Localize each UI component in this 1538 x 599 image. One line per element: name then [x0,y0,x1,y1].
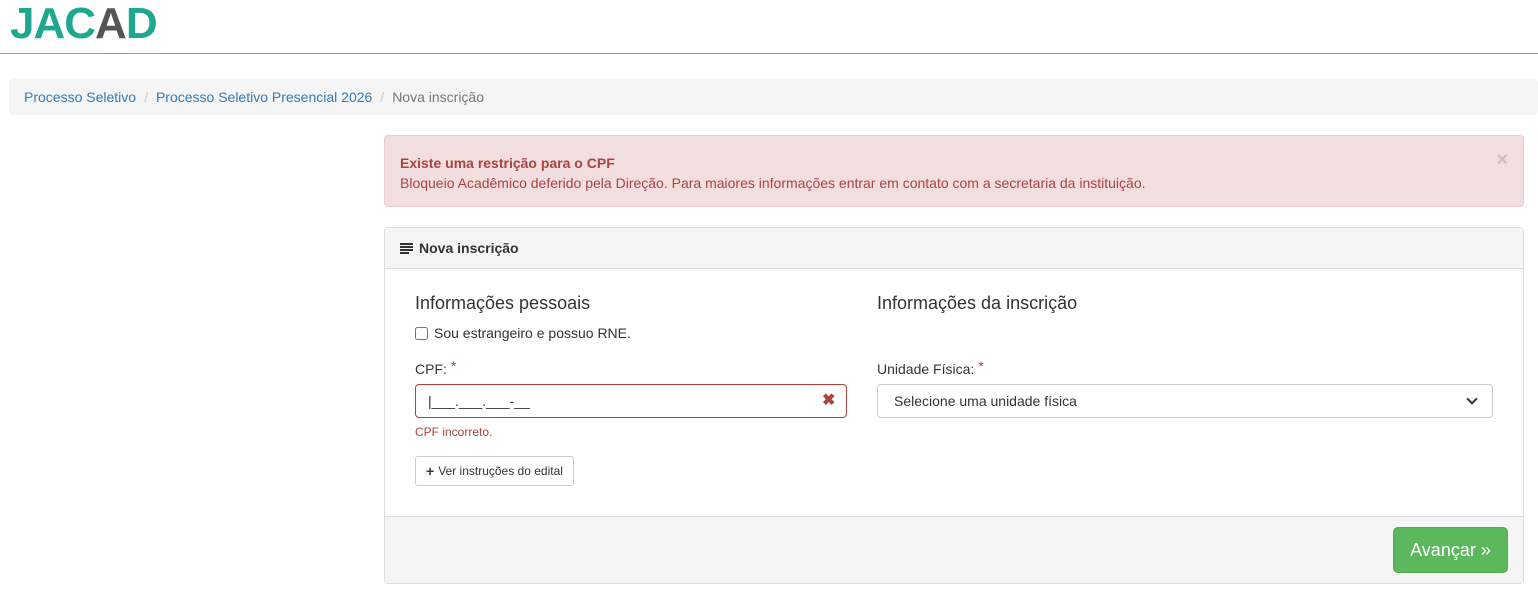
alert-title: Existe uma restrição para o CPF [400,155,615,171]
panel-heading: Nova inscrição [385,228,1523,269]
list-icon [400,242,413,254]
breadcrumb-separator: / [144,89,148,105]
breadcrumb-separator: / [380,89,385,105]
app-header: JACAD [0,0,1538,54]
breadcrumb-active: Nova inscrição [392,89,485,105]
breadcrumb-processo-seletivo[interactable]: Processo Seletivo [24,89,136,105]
double-chevron-right-icon: » [1480,539,1491,560]
unit-selected-value: Selecione uma unidade física [894,393,1077,409]
foreigner-checkbox-row[interactable]: Sou estrangeiro e possuo RNE. [415,325,631,341]
logo-suffix: D [125,0,158,48]
alert-message: Bloqueio Acadêmico deferido pela Direção… [400,175,1146,191]
restriction-alert: Existe uma restrição para o CPF Bloqueio… [384,135,1524,207]
cpf-label-row: CPF: * [415,358,457,377]
view-edital-button[interactable]: + Ver instruções do edital [415,456,574,486]
unit-label-row: Unidade Física: * [877,358,984,377]
plus-icon: + [426,463,435,479]
foreigner-label: Sou estrangeiro e possuo RNE. [434,325,631,341]
cpf-error-message: CPF incorreto. [415,425,493,439]
chevron-down-icon [1466,393,1478,405]
panel-footer: Avançar» [385,516,1523,583]
cpf-required-mark: * [450,358,457,374]
unit-select[interactable]: Selecione uma unidade física [877,384,1493,418]
breadcrumb: Processo Seletivo / Processo Seletivo Pres… [9,79,1538,115]
unit-required-mark: * [978,358,984,374]
alert-close-icon[interactable]: × [1496,150,1508,170]
next-label: Avançar [1410,539,1476,560]
panel-title: Nova inscrição [419,240,519,256]
logo-prefix: JAC [10,0,96,48]
cpf-clear-icon[interactable]: ✖ [822,392,835,410]
registration-info-title: Informações da inscrição [877,293,1078,313]
registration-panel: Nova inscrição Informações pessoais Sou … [384,227,1524,584]
cpf-input[interactable] [415,384,847,418]
personal-info-title: Informações pessoais [415,293,591,313]
unit-label: Unidade Física: [877,361,975,377]
jacad-logo[interactable]: JACAD [10,0,158,48]
view-edital-label: Ver instruções do edital [438,464,563,478]
breadcrumb-processo-presencial[interactable]: Processo Seletivo Presencial 2026 [156,89,372,105]
logo-accent: A [95,0,127,48]
foreigner-checkbox[interactable] [415,326,428,340]
next-button[interactable]: Avançar» [1393,527,1508,573]
cpf-label: CPF: [415,361,447,377]
